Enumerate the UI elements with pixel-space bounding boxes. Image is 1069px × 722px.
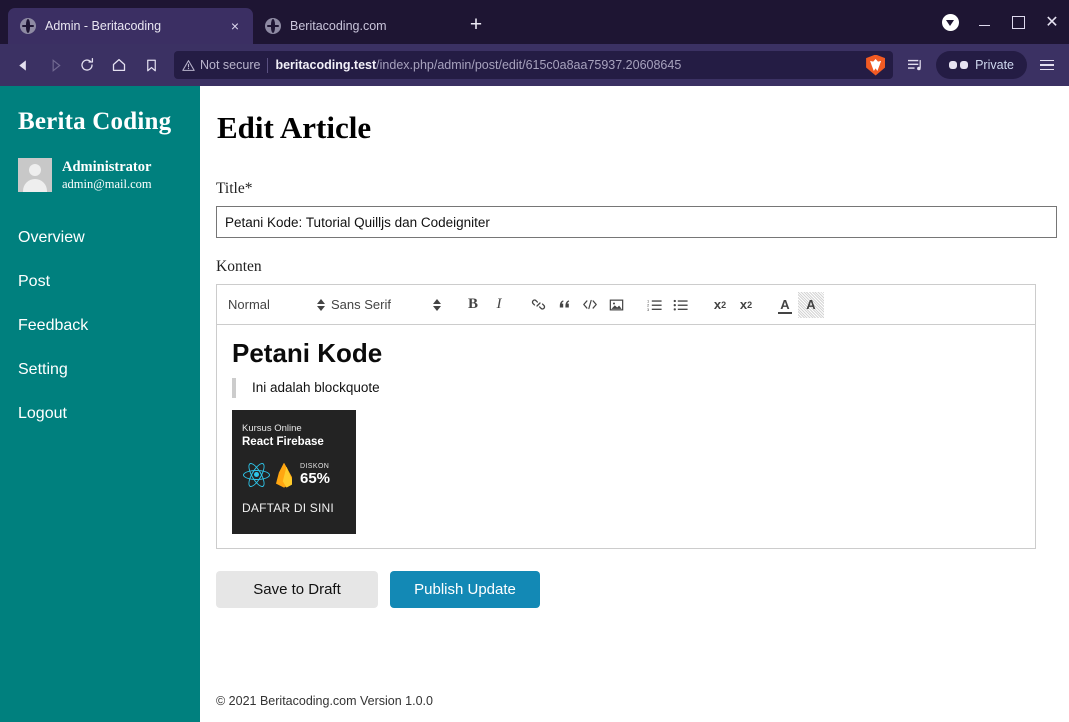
user-name: Administrator [62,158,152,176]
promo-logos: DISKON 65% [242,458,346,492]
user-email: admin@mail.com [62,176,152,192]
tab-admin-beritacoding[interactable]: Admin - Beritacoding × [8,8,253,44]
sidebar-item-overview[interactable]: Overview [0,216,200,260]
tab-beritacoding-com[interactable]: Beritacoding.com [253,8,453,44]
svg-text:3: 3 [647,306,649,311]
security-indicator[interactable]: Not secure [182,58,260,72]
ordered-list-icon[interactable]: 1 2 3 [642,292,668,318]
react-logo-icon [242,461,270,489]
promo-subtitle: Kursus Online [242,423,346,435]
promo-cta: DAFTAR DI SINI [242,501,346,515]
editor-toolbar: Normal Sans Serif B I [216,284,1036,325]
window-controls: ✕ [933,0,1069,44]
chevron-updown-icon [317,299,325,311]
hamburger-menu-icon[interactable] [1033,60,1061,71]
content-heading: Petani Kode [232,337,1020,370]
bold-icon[interactable]: B [460,292,486,318]
sidebar-item-setting[interactable]: Setting [0,348,200,392]
url-domain: beritacoding.test [275,58,376,72]
sidebar-item-feedback[interactable]: Feedback [0,304,200,348]
promo-title: React Firebase [242,435,346,451]
avatar [18,158,52,192]
content-blockquote: Ini adalah blockquote [232,378,1020,398]
sidebar-item-logout[interactable]: Logout [0,392,200,436]
page-title: Edit Article [216,110,1037,146]
navigation-toolbar: Not secure beritacoding.test/index.php/a… [0,44,1069,86]
downloads-icon[interactable] [933,0,967,44]
playlist-icon[interactable] [901,58,929,73]
user-profile: Administrator admin@mail.com [0,136,200,192]
url-path: /index.php/admin/post/edit/615c0a8aa7593… [376,58,681,72]
firebase-logo-icon [274,461,294,489]
tab-title: Admin - Beritacoding [45,19,218,33]
bullet-list-icon[interactable] [668,292,694,318]
security-label: Not secure [200,58,260,72]
page-body: Berita Coding Administrator admin@mail.c… [0,86,1069,722]
promo-discount-label: DISKON [300,463,330,470]
minimize-icon[interactable] [967,0,1001,44]
address-bar[interactable]: Not secure beritacoding.test/index.php/a… [174,51,893,79]
browser-window: Admin - Beritacoding × Beritacoding.com … [0,0,1069,722]
main-content: Edit Article Title* Konten Normal Sans S… [200,86,1069,722]
globe-icon [20,18,36,34]
back-icon[interactable] [8,50,38,80]
maximize-icon[interactable] [1001,0,1035,44]
background-color-icon[interactable]: A [798,292,824,318]
code-block-icon[interactable] [577,292,603,318]
page-footer: © 2021 Beritacoding.com Version 1.0.0 [216,694,433,708]
text-color-icon[interactable]: A [772,292,798,318]
chevron-updown-icon [433,299,441,311]
sidebar-item-post[interactable]: Post [0,260,200,304]
font-picker[interactable]: Sans Serif [331,297,447,312]
private-label: Private [975,58,1014,72]
forward-icon [40,50,70,80]
link-icon[interactable] [525,292,551,318]
new-tab-button[interactable]: + [459,9,493,43]
save-to-draft-button[interactable]: Save to Draft [216,571,378,608]
content-field-label: Konten [216,258,1037,276]
glasses-icon [949,61,968,70]
font-picker-label: Sans Serif [331,297,391,312]
form-actions: Save to Draft Publish Update [216,571,1037,608]
tab-strip: Admin - Beritacoding × Beritacoding.com … [0,0,1069,44]
close-icon[interactable]: × [227,18,243,34]
warning-triangle-icon [182,59,195,72]
blockquote-icon[interactable] [551,292,577,318]
title-field-label: Title* [216,180,1037,198]
url-divider [267,58,268,73]
brand-title: Berita Coding [0,108,200,136]
superscript-icon[interactable]: x2 [733,292,759,318]
format-picker[interactable]: Normal [228,297,331,312]
home-icon[interactable] [104,50,134,80]
brave-shield-icon[interactable] [866,55,885,76]
subscript-icon[interactable]: x2 [707,292,733,318]
promo-banner-image: Kursus Online React Firebase DISK [232,410,356,534]
promo-discount-value: 65% [300,471,330,486]
italic-icon[interactable]: I [486,292,512,318]
sidebar: Berita Coding Administrator admin@mail.c… [0,86,200,722]
globe-icon [265,18,281,34]
image-icon[interactable] [603,292,629,318]
promo-discount: DISKON 65% [300,463,330,486]
format-picker-label: Normal [228,297,270,312]
quill-editor: Normal Sans Serif B I [216,284,1036,549]
private-window-indicator[interactable]: Private [936,51,1027,79]
bookmark-icon[interactable] [136,50,166,80]
sidebar-nav: Overview Post Feedback Setting Logout [0,216,200,436]
title-input[interactable] [216,206,1057,238]
editor-content-area[interactable]: Petani Kode Ini adalah blockquote Kursus… [216,325,1036,549]
tab-title: Beritacoding.com [290,19,443,33]
close-icon[interactable]: ✕ [1035,0,1069,44]
url-text: beritacoding.test/index.php/admin/post/e… [275,58,681,72]
publish-update-button[interactable]: Publish Update [390,571,540,608]
reload-icon[interactable] [72,50,102,80]
